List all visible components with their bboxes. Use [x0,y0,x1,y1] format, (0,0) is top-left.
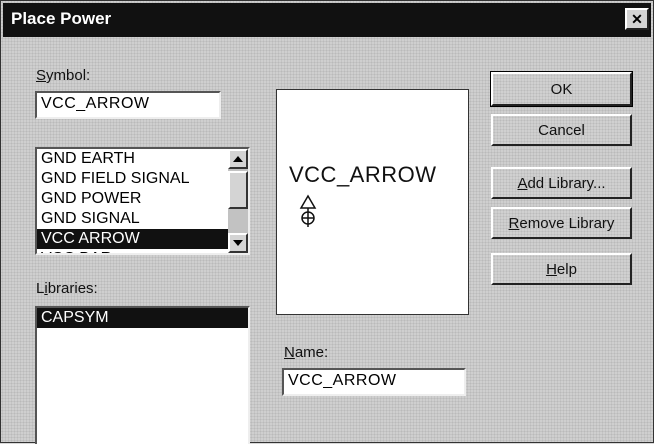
symbol-list-scrollbar[interactable] [228,149,248,253]
scroll-down-button[interactable] [228,233,248,253]
symbol-list-item[interactable]: GND FIELD SIGNAL [37,169,248,189]
symbol-input-value: VCC_ARROW [41,95,150,112]
symbol-label-accesskey: S [36,67,47,84]
preview-symbol-name: VCC_ARROW [289,162,437,187]
add-library-text: dd Library... [527,174,606,192]
help-accesskey: H [546,260,557,278]
libraries-listbox[interactable]: CAPSYM [35,306,250,444]
symbol-list-item[interactable]: GND SIGNAL [37,209,248,229]
scroll-up-icon [233,156,243,162]
vcc-arrow-symbol-icon [299,194,317,227]
add-library-button-label: Add Library... [517,175,605,192]
close-button[interactable]: ✕ [625,8,649,30]
libraries-label: Libraries: [36,280,98,297]
library-list-item[interactable]: CAPSYM [37,308,248,328]
remove-library-text: emove Library [519,214,615,232]
library-list-items: CAPSYM [37,308,248,328]
symbol-listbox[interactable]: GND EARTH GND FIELD SIGNAL GND POWER GND SI… [35,147,250,255]
place-power-dialog: Place Power ✕ Symbol: VCC_ARROW GND EART… [0,0,654,444]
scroll-down-icon [233,240,243,246]
symbol-list-item[interactable]: GND EARTH [37,149,248,169]
name-label: Name: [284,344,328,361]
window-title: Place Power [11,9,112,28]
close-icon: ✕ [631,10,643,27]
scroll-up-button[interactable] [228,149,248,169]
remove-library-button-label: Remove Library [509,215,615,232]
name-label-accesskey: N [284,344,295,361]
cancel-button[interactable]: Cancel [491,114,632,146]
name-input[interactable]: VCC_ARROW [282,368,466,396]
ok-button-label: OK [550,80,573,98]
symbol-list-item[interactable]: GND POWER [37,189,248,209]
name-input-value: VCC_ARROW [288,372,397,389]
add-library-button[interactable]: Add Library... [491,167,632,199]
symbol-preview: VCC_ARROW [276,89,469,315]
help-text: elp [556,260,577,278]
remove-library-accesskey: R [508,214,520,232]
ok-button[interactable]: OK [490,71,633,107]
name-label-text: ame: [294,344,329,361]
scroll-thumb[interactable] [228,171,248,209]
symbol-list-item[interactable]: VCC ARROW [37,229,248,249]
symbol-input[interactable]: VCC_ARROW [35,91,221,119]
add-library-accesskey: A [517,174,528,192]
title-bar[interactable]: Place Power ✕ [3,3,651,37]
help-button[interactable]: Help [491,253,632,285]
libraries-label-text: braries: [47,280,98,297]
cancel-button-label: Cancel [538,121,585,139]
symbol-label: Symbol: [36,67,90,84]
remove-library-button[interactable]: Remove Library [491,207,632,239]
symbol-list-items: GND EARTH GND FIELD SIGNAL GND POWER GND SI… [37,149,248,253]
symbol-label-text: ymbol: [46,67,91,84]
symbol-list-item[interactable]: VCC BAR [37,249,248,253]
help-button-label: Help [546,261,577,278]
